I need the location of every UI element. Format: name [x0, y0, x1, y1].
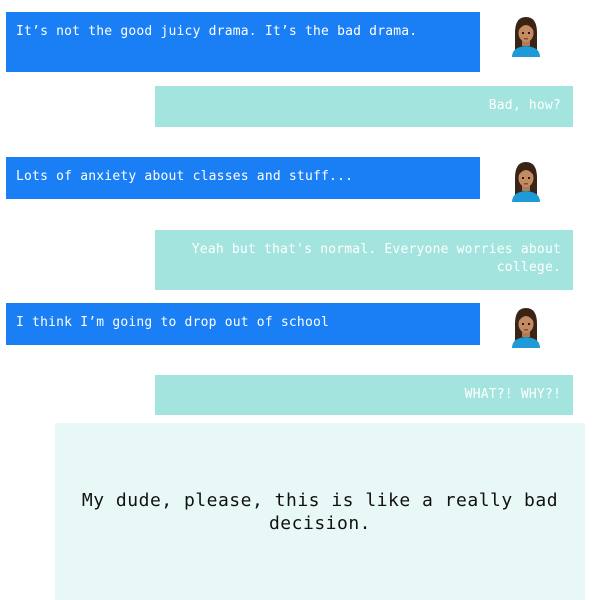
woman-avatar-icon — [506, 158, 546, 202]
woman-avatar-icon — [506, 304, 546, 348]
user-message: Yeah but that's normal. Everyone worries… — [155, 230, 573, 290]
message-text: Bad, how? — [488, 98, 561, 113]
reply-option-text: My dude, please, this is like a really b… — [81, 489, 559, 534]
friend-message: It’s not the good juicy drama. It’s the … — [6, 12, 480, 72]
message-text: WHAT?! WHY?! — [464, 387, 561, 402]
friend-message: Lots of anxiety about classes and stuff.… — [6, 157, 480, 199]
reply-option-button[interactable]: My dude, please, this is like a really b… — [55, 423, 585, 600]
message-text: I think I’m going to drop out of school — [16, 315, 330, 330]
message-text: It’s not the good juicy drama. It’s the … — [16, 24, 418, 39]
user-message: WHAT?! WHY?! — [155, 375, 573, 415]
friend-message: I think I’m going to drop out of school — [6, 303, 480, 345]
woman-avatar-icon — [506, 13, 546, 57]
user-message: Bad, how? — [155, 86, 573, 127]
message-text: Yeah but that's normal. Everyone worries… — [191, 242, 561, 275]
message-text: Lots of anxiety about classes and stuff.… — [16, 169, 354, 184]
